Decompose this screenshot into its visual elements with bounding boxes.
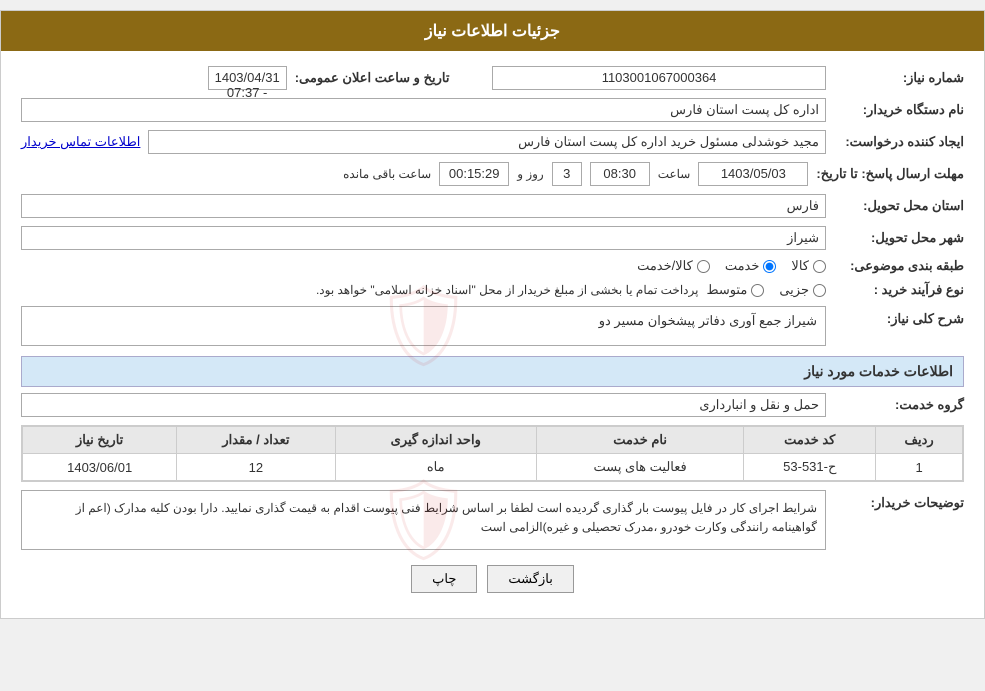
need-number-value: 1103001067000364 (492, 66, 826, 90)
city-value: شیراز (21, 226, 826, 250)
purchase-motavasset-label: متوسط (706, 282, 747, 298)
category-khedmat-radio[interactable] (763, 260, 776, 273)
buyer-desc-container: 🛡 شرایط اجرای کار در فایل پیوست بار گذار… (21, 490, 826, 550)
province-label: استان محل تحویل: (834, 198, 964, 214)
category-row: طبقه بندی موضوعی: کالا خدمت کالا/خدمت (21, 258, 964, 274)
need-desc-value: شیراز جمع آوری دفاتر پیشخوان مسیر دو (21, 306, 826, 346)
need-number-row: شماره نیاز: 1103001067000364 تاریخ و ساع… (21, 66, 964, 90)
services-table-container: ردیف کد خدمت نام خدمت واحد اندازه گیری ت… (21, 425, 964, 482)
category-kala-khedmat[interactable]: کالا/خدمت (637, 258, 710, 274)
purchase-motavasset[interactable]: متوسط (706, 282, 764, 298)
col-date: تاریخ نیاز (23, 427, 177, 454)
purchase-jozi-radio[interactable] (813, 284, 826, 297)
need-desc-label: شرح کلی نیاز: (834, 306, 964, 327)
send-deadline-row: مهلت ارسال پاسخ: تا تاریخ: 1403/05/03 سا… (21, 162, 964, 186)
category-khedmat-label: خدمت (725, 258, 760, 274)
buyer-desc-label: توضیحات خریدار: (834, 490, 964, 511)
category-kala-radio[interactable] (813, 260, 826, 273)
table-row: 1 ح-531-53 فعالیت های پست ماه 12 1403/06… (23, 454, 963, 481)
content-area: شماره نیاز: 1103001067000364 تاریخ و ساع… (1, 51, 984, 618)
buyer-desc-row: توضیحات خریدار: 🛡 شرایط اجرای کار در فای… (21, 490, 964, 550)
creator-label: ایجاد کننده درخواست: (834, 134, 964, 150)
creator-value: مجید خوشدلی مسئول خرید اداره کل پست استا… (148, 130, 826, 154)
page-header: جزئیات اطلاعات نیاز (1, 11, 984, 51)
send-deadline-inputs: 1403/05/03 ساعت 08:30 3 روز و 00:15:29 س… (21, 162, 808, 186)
category-khedmat[interactable]: خدمت (725, 258, 777, 274)
col-unit: واحد اندازه گیری (335, 427, 536, 454)
col-service-name: نام خدمت (536, 427, 743, 454)
buyer-org-row: نام دستگاه خریدار: اداره کل پست استان فا… (21, 98, 964, 122)
category-radio-group: کالا خدمت کالا/خدمت (637, 258, 826, 274)
province-value: فارس (21, 194, 826, 218)
purchase-type-radio-group: جزیی متوسط (706, 282, 826, 298)
table-header-row: ردیف کد خدمت نام خدمت واحد اندازه گیری ت… (23, 427, 963, 454)
send-remaining-value: 00:15:29 (439, 162, 509, 186)
col-quantity: تعداد / مقدار (177, 427, 335, 454)
col-row-num: ردیف (876, 427, 963, 454)
announcement-value: 1403/04/31 - 07:37 (208, 66, 287, 90)
service-group-row: گروه خدمت: حمل و نقل و انبارداری (21, 393, 964, 417)
cell-row-num: 1 (876, 454, 963, 481)
category-kala-label: کالا (791, 258, 809, 274)
need-number-label: شماره نیاز: (834, 70, 964, 86)
service-group-label: گروه خدمت: (834, 397, 964, 413)
col-service-code: کد خدمت (744, 427, 876, 454)
need-desc-container: 🛡 شیراز جمع آوری دفاتر پیشخوان مسیر دو (21, 306, 826, 346)
page-title: جزئیات اطلاعات نیاز (425, 23, 560, 40)
cell-date: 1403/06/01 (23, 454, 177, 481)
send-days-label: روز و (517, 167, 544, 181)
cell-service-name: فعالیت های پست (536, 454, 743, 481)
buyer-org-value: اداره کل پست استان فارس (21, 98, 826, 122)
print-button[interactable]: چاپ (411, 565, 477, 593)
purchase-jozi-label: جزیی (779, 282, 809, 298)
purchase-type-note: پرداخت تمام یا بخشی از مبلغ خریدار از مح… (316, 283, 699, 297)
city-row: شهر محل تحویل: شیراز (21, 226, 964, 250)
category-kala-khedmat-radio[interactable] (697, 260, 710, 273)
city-label: شهر محل تحویل: (834, 230, 964, 246)
category-label: طبقه بندی موضوعی: (834, 258, 964, 274)
buyer-org-label: نام دستگاه خریدار: (834, 102, 964, 118)
cell-service-code: ح-531-53 (744, 454, 876, 481)
send-time-label: ساعت (658, 167, 691, 181)
purchase-type-label: نوع فرآیند خرید : (834, 282, 964, 298)
button-row: بازگشت چاپ (21, 565, 964, 593)
page-wrapper: جزئیات اطلاعات نیاز شماره نیاز: 11030010… (0, 10, 985, 619)
purchase-type-row: نوع فرآیند خرید : جزیی متوسط پرداخت تمام… (21, 282, 964, 298)
service-group-value: حمل و نقل و انبارداری (21, 393, 826, 417)
cell-quantity: 12 (177, 454, 335, 481)
send-deadline-label: مهلت ارسال پاسخ: تا تاریخ: (816, 166, 964, 182)
services-section-header: اطلاعات خدمات مورد نیاز (21, 356, 964, 387)
category-kala-khedmat-label: کالا/خدمت (637, 258, 693, 274)
need-desc-row: شرح کلی نیاز: 🛡 شیراز جمع آوری دفاتر پیش… (21, 306, 964, 346)
buyer-desc-value: شرایط اجرای کار در فایل پیوست بار گذاری … (21, 490, 826, 550)
cell-unit: ماه (335, 454, 536, 481)
back-button[interactable]: بازگشت (487, 565, 573, 593)
contact-link[interactable]: اطلاعات تماس خریدار (21, 134, 140, 150)
purchase-motavasset-radio[interactable] (751, 284, 764, 297)
creator-row: ایجاد کننده درخواست: مجید خوشدلی مسئول خ… (21, 130, 964, 154)
send-date-value: 1403/05/03 (698, 162, 808, 186)
send-days-value: 3 (552, 162, 582, 186)
services-table: ردیف کد خدمت نام خدمت واحد اندازه گیری ت… (22, 426, 963, 481)
province-row: استان محل تحویل: فارس (21, 194, 964, 218)
category-kala[interactable]: کالا (791, 258, 826, 274)
send-time-value: 08:30 (590, 162, 650, 186)
purchase-jozi[interactable]: جزیی (779, 282, 826, 298)
announcement-label: تاریخ و ساعت اعلان عمومی: (295, 70, 450, 86)
send-remaining-label: ساعت باقی مانده (343, 167, 431, 181)
